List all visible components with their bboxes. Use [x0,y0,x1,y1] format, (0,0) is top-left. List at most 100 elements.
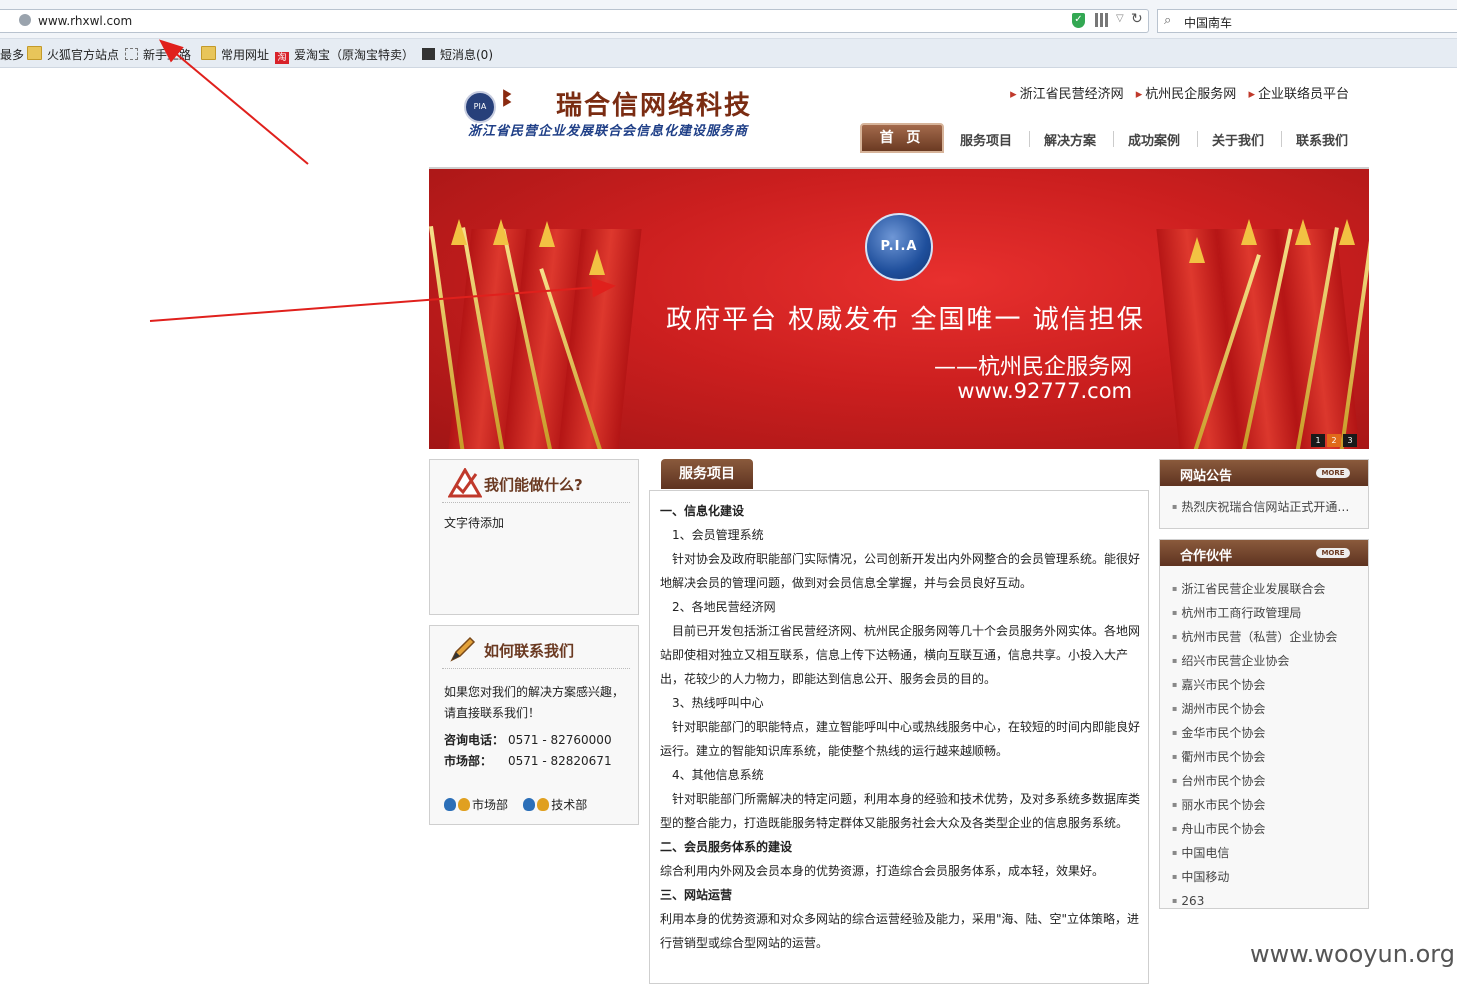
nav-cases[interactable]: 成功案例 [1128,130,1180,149]
bookmark-firefox-official[interactable]: 火狐官方站点 [27,46,119,63]
spear-tip-decoration [493,219,509,245]
bookmark-label: 爱淘宝（原淘宝特卖） [294,48,415,62]
paragraph: 综合利用内外网及会员本身的优势资源，打造综合会员服务体系，成本轻，效果好。 [660,864,1105,878]
section-heading: 一、信息化建设 [660,504,745,518]
logo-emblem-icon: PIA [464,91,496,123]
browser-toolbar: www.rhxwl.com ✓ ▽ ↻ ⌕ 中国南车 [0,0,1457,39]
notice-box: 网站公告 MORE 热烈庆祝瑞合信网站正式开通… [1159,459,1369,529]
partner-item[interactable]: 湖州市民个协会 [1172,697,1337,721]
partner-item[interactable]: 舟山市民个协会 [1172,817,1337,841]
folder-icon [201,46,216,60]
qq-market-link[interactable]: 市场部 [444,798,508,812]
qr-code-icon[interactable] [1095,13,1109,27]
partners-more-button[interactable]: MORE [1316,548,1350,558]
partner-item[interactable]: 台州市民个协会 [1172,769,1337,793]
qq-market-label: 市场部 [472,798,509,812]
partner-item[interactable]: 绍兴市民营企业协会 [1172,649,1337,673]
chevron-down-icon[interactable]: ▽ [1116,13,1124,24]
spear-tip-decoration [589,249,605,275]
banner-url: www.92777.com [957,379,1132,403]
nav-solutions[interactable]: 解决方案 [1044,130,1096,149]
nav-services[interactable]: 服务项目 [960,130,1012,149]
partners-title: 合作伙伴 [1180,549,1233,564]
partner-item[interactable]: 衢州市民个协会 [1172,745,1337,769]
url-text[interactable]: www.rhxwl.com [38,14,132,28]
partner-item[interactable]: 263 [1172,889,1337,913]
partner-item[interactable]: 中国移动 [1172,865,1337,889]
search-input[interactable]: ⌕ 中国南车 [1157,9,1457,33]
bookmark-common-sites[interactable]: 常用网址 [201,46,269,63]
market-label: 市场部： [444,754,493,768]
notice-more-button[interactable]: MORE [1316,468,1350,478]
paragraph: 利用本身的优势资源和对众多网站的综合运营经验及能力，采用"海、陆、空"立体策略，… [660,912,1140,950]
services-tab[interactable]: 服务项目 [661,459,753,489]
bookmark-most-visited[interactable]: 最多 [0,46,24,63]
what-we-do-box: 我们能做什么? 文字待添加 [429,459,639,615]
contact-box: 如何联系我们 如果您对我们的解决方案感兴趣，请直接联系我们！ 咨询电话： 0571… [429,625,639,825]
contact-title: 如何联系我们 [484,642,575,660]
partners-header: 合作伙伴 MORE [1160,540,1368,566]
nav-home[interactable]: 首 页 [860,123,944,153]
paragraph: 针对协会及政府职能部门实际情况，公司创新开发出内外网整合的会员管理系统。能很好地… [660,552,1141,590]
partner-item[interactable]: 中国电信 [1172,841,1337,865]
spear-tip-decoration [451,219,467,245]
paragraph: 针对职能部门所需解决的特定问题，利用本身的经验和技术优势，及对多系统多数据库类型… [660,792,1141,830]
top-link-zj-economy[interactable]: 浙江省民营经济网 [1010,87,1124,102]
bookmark-ai-taobao[interactable]: 淘爱淘宝（原淘宝特卖） [275,46,414,64]
partner-item[interactable]: 杭州市工商行政管理局 [1172,601,1337,625]
sub-heading: 4、其他信息系统 [672,768,764,782]
sub-heading: 2、各地民营经济网 [672,600,776,614]
bookmark-label: 短消息(0) [440,48,493,62]
nav-contact[interactable]: 联系我们 [1296,130,1348,149]
bookmark-messages[interactable]: 短消息(0) [422,46,493,63]
partner-item[interactable]: 丽水市民个协会 [1172,793,1337,817]
bookmark-getting-started[interactable]: 新手上路 [125,46,191,63]
partners-box: 合作伙伴 MORE 浙江省民营企业发展联合会杭州市工商行政管理局杭州市民营（私营… [1159,539,1369,909]
message-icon [422,48,435,60]
address-bar[interactable]: www.rhxwl.com ✓ ▽ ↻ [0,9,1149,33]
sub-heading: 1、会员管理系统 [672,528,764,542]
nav-divider [1281,131,1282,147]
spear-tip-decoration [1295,219,1311,245]
qq-icon [523,798,536,811]
banner-pager-dot[interactable]: 3 [1343,434,1357,447]
divider [442,668,630,669]
spear-tip-decoration [1241,219,1257,245]
page-icon [125,48,138,60]
nav-divider [1113,131,1114,147]
qq-links: 市场部 技术部 [444,796,587,813]
services-content: 一、信息化建设 1、会员管理系统针对协会及政府职能部门实际情况，公司创新开发出内外… [660,499,1144,955]
top-link-hz-service[interactable]: 杭州民企服务网 [1136,87,1237,102]
search-value[interactable]: 中国南车 [1184,14,1232,31]
qq-icon [444,798,456,811]
partner-item[interactable]: 浙江省民营企业发展联合会 [1172,577,1337,601]
notice-header: 网站公告 MORE [1160,460,1368,486]
partner-item[interactable]: 金华市民个协会 [1172,721,1337,745]
partner-item[interactable]: 嘉兴市民个协会 [1172,673,1337,697]
hero-banner[interactable]: P.I.A 政府平台 权威发布 全国唯一 诚信担保 ——杭州民企服务网 www.… [429,169,1369,449]
spear-tip-decoration [1189,237,1205,263]
contact-text: 如果您对我们的解决方案感兴趣，请直接联系我们！ [444,685,625,720]
qq-tech-label: 技术部 [551,798,588,812]
partner-item[interactable]: 杭州市民营（私营）企业协会 [1172,625,1337,649]
search-icon: ⌕ [1164,13,1172,28]
banner-pager-dot[interactable]: 1 [1311,434,1325,447]
spear-tip-decoration [1339,219,1355,245]
section-heading: 三、网站运营 [660,888,733,902]
banner-slogan: 政府平台 权威发布 全国唯一 诚信担保 [666,305,1145,335]
top-link-liaison-platform[interactable]: 企业联络员平台 [1248,87,1349,102]
banner-pager: 123 [1309,432,1357,447]
qq-tech-link[interactable]: 技术部 [523,798,587,812]
bookmark-label: 常用网址 [221,48,270,62]
notice-item[interactable]: 热烈庆祝瑞合信网站正式开通… [1172,498,1349,515]
nav-about[interactable]: 关于我们 [1212,130,1264,149]
qq-icon [537,798,550,811]
banner-pager-dot[interactable]: 2 [1327,434,1341,447]
taobao-icon: 淘 [275,52,289,64]
contact-phones: 咨询电话： 0571 - 82760000 市场部： 0571 - 82820671 [444,730,612,772]
reload-icon[interactable]: ↻ [1131,11,1143,27]
bookmarks-bar: 最多 火狐官方站点 新手上路 常用网址 淘爱淘宝（原淘宝特卖） 短消息(0) [0,39,1457,68]
site-title: 瑞合信网络科技 [556,91,753,121]
divider [442,502,630,503]
shield-icon[interactable]: ✓ [1072,13,1085,28]
